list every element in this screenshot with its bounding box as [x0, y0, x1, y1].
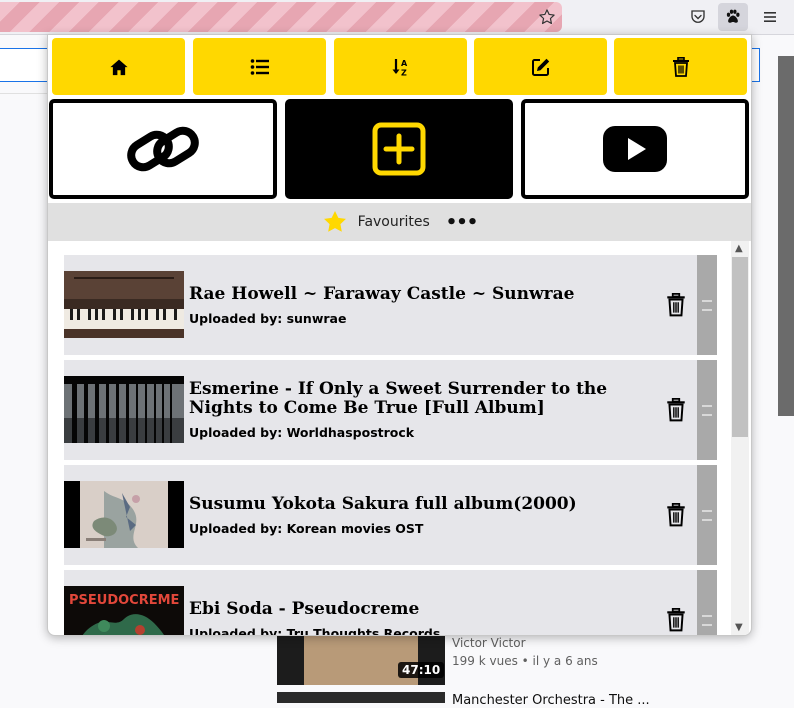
list-icon [250, 58, 269, 75]
background-video-channel[interactable]: Victor Victor [452, 636, 526, 650]
sort-button[interactable]: AZ [334, 38, 467, 95]
video-thumbnail[interactable] [64, 481, 184, 548]
list-item[interactable]: Susumu Yokota Sakura full album(2000) Up… [64, 465, 717, 565]
drag-handle[interactable] [697, 255, 717, 355]
list-button[interactable] [193, 38, 326, 95]
remove-video-button[interactable] [664, 502, 688, 528]
trash-icon [667, 293, 685, 317]
background-video-title[interactable]: Manchester Orchestra - The ... [452, 693, 650, 708]
extension-popup: AZ Favourites ••• Rae Howell ~ Faraway C… [47, 34, 752, 636]
video-title[interactable]: Esmerine - If Only a Sweet Surrender to … [189, 380, 659, 418]
edit-icon [531, 58, 549, 76]
pocket-icon[interactable] [683, 3, 713, 31]
video-uploader: Uploaded by: Worldhaspostrock [189, 425, 415, 440]
page-scrollbar[interactable] [778, 56, 794, 416]
remove-video-button[interactable] [664, 397, 688, 423]
trash-icon [667, 608, 685, 632]
list-scrollbar[interactable]: ▲ ▼ [731, 241, 749, 635]
trash-icon [667, 503, 685, 527]
drag-handle[interactable] [697, 360, 717, 460]
background-video-thumbnail-2[interactable] [277, 692, 445, 703]
video-thumbnail[interactable]: PSEUDOCREME [64, 586, 184, 635]
link-icon [127, 126, 199, 172]
trash-icon [672, 56, 689, 77]
video-title[interactable]: Rae Howell ~ Faraway Castle ~ Sunwrae [189, 284, 659, 304]
thumbnail-logo-text: PSEUDOCREME [69, 593, 179, 608]
drag-handle[interactable] [697, 465, 717, 565]
paw-icon[interactable] [718, 3, 748, 31]
video-list: Rae Howell ~ Faraway Castle ~ Sunwrae Up… [48, 241, 751, 635]
home-icon [109, 59, 128, 75]
video-uploader: Uploaded by: sunwrae [189, 310, 347, 326]
video-uploader: Uploaded by: Korean movies OST [189, 520, 424, 536]
video-title[interactable]: Ebi Soda - Pseudocreme [189, 599, 659, 619]
more-options-button[interactable]: ••• [446, 212, 479, 233]
video-thumbnail[interactable] [64, 376, 184, 443]
list-item[interactable]: PSEUDOCREME Ebi Soda - Pseudocreme Uploa… [64, 570, 717, 635]
svg-text:Z: Z [401, 68, 407, 77]
svg-text:A: A [401, 59, 408, 68]
background-video-meta: 199 k vues • il y a 6 ans [452, 654, 598, 668]
hamburger-menu-icon[interactable] [755, 3, 785, 31]
home-button[interactable] [52, 38, 185, 95]
list-item[interactable]: Rae Howell ~ Faraway Castle ~ Sunwrae Up… [64, 255, 717, 355]
video-thumbnail[interactable] [64, 271, 184, 338]
trash-icon [667, 398, 685, 422]
remove-video-button[interactable] [664, 607, 688, 633]
youtube-button[interactable] [521, 99, 749, 199]
add-video-button[interactable] [285, 99, 513, 199]
video-uploader: Uploaded by: Tru Thoughts Records [189, 625, 441, 636]
sort-alpha-icon: AZ [392, 58, 408, 77]
edit-button[interactable] [474, 38, 607, 95]
playlist-name[interactable]: Favourites [358, 214, 430, 230]
list-item[interactable]: Esmerine - If Only a Sweet Surrender to … [64, 360, 717, 460]
scroll-down-arrow[interactable]: ▼ [735, 622, 743, 633]
scroll-up-arrow[interactable]: ▲ [735, 243, 743, 254]
plus-square-icon [372, 122, 426, 176]
video-duration: 47:10 [398, 662, 445, 678]
youtube-icon [603, 126, 667, 172]
address-bar[interactable] [0, 2, 562, 32]
star-outline-icon[interactable] [535, 4, 559, 30]
video-title[interactable]: Susumu Yokota Sakura full album(2000) [189, 494, 659, 514]
remove-video-button[interactable] [664, 292, 688, 318]
playlist-header: Favourites ••• [48, 203, 751, 241]
delete-button[interactable] [614, 38, 747, 95]
drag-handle[interactable] [697, 570, 717, 635]
add-link-button[interactable] [49, 99, 277, 199]
star-icon [323, 210, 346, 232]
browser-toolbar [0, 0, 794, 35]
scroll-thumb[interactable] [732, 257, 748, 437]
